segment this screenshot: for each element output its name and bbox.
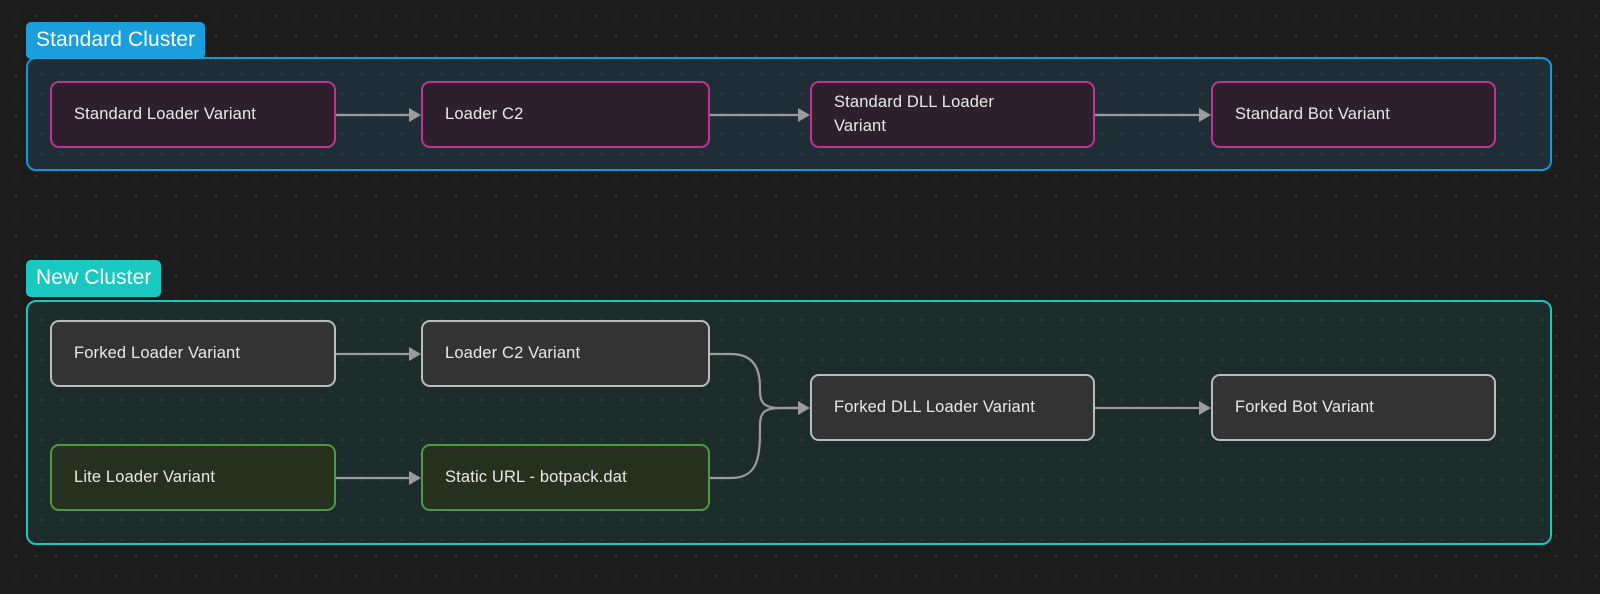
node-label: Standard Bot Variant (1235, 103, 1390, 127)
node-lite-loader-variant[interactable]: Lite Loader Variant (50, 444, 336, 511)
node-forked-loader-variant[interactable]: Forked Loader Variant (50, 320, 336, 387)
node-label: Loader C2 Variant (445, 342, 580, 366)
node-label: Forked Bot Variant (1235, 396, 1374, 420)
node-label: Static URL - botpack.dat (445, 466, 627, 490)
node-loader-c2-variant[interactable]: Loader C2 Variant (421, 320, 710, 387)
node-standard-loader-variant[interactable]: Standard Loader Variant (50, 81, 336, 148)
cluster-label-standard: Standard Cluster (26, 22, 205, 59)
node-label: Forked Loader Variant (74, 342, 240, 366)
node-label: Standard DLL Loader Variant (834, 91, 1019, 139)
node-label: Loader C2 (445, 103, 523, 127)
node-static-url-botpack-dat[interactable]: Static URL - botpack.dat (421, 444, 710, 511)
node-loader-c2[interactable]: Loader C2 (421, 81, 710, 148)
node-standard-dll-loader-variant[interactable]: Standard DLL Loader Variant (810, 81, 1095, 148)
node-standard-bot-variant[interactable]: Standard Bot Variant (1211, 81, 1496, 148)
node-label: Lite Loader Variant (74, 466, 215, 490)
node-label: Forked DLL Loader Variant (834, 396, 1035, 420)
node-forked-dll-loader-variant[interactable]: Forked DLL Loader Variant (810, 374, 1095, 441)
node-label: Standard Loader Variant (74, 103, 256, 127)
diagram-canvas: Standard Cluster Standard Loader Variant… (0, 0, 1600, 594)
node-forked-bot-variant[interactable]: Forked Bot Variant (1211, 374, 1496, 441)
cluster-label-new: New Cluster (26, 260, 161, 297)
